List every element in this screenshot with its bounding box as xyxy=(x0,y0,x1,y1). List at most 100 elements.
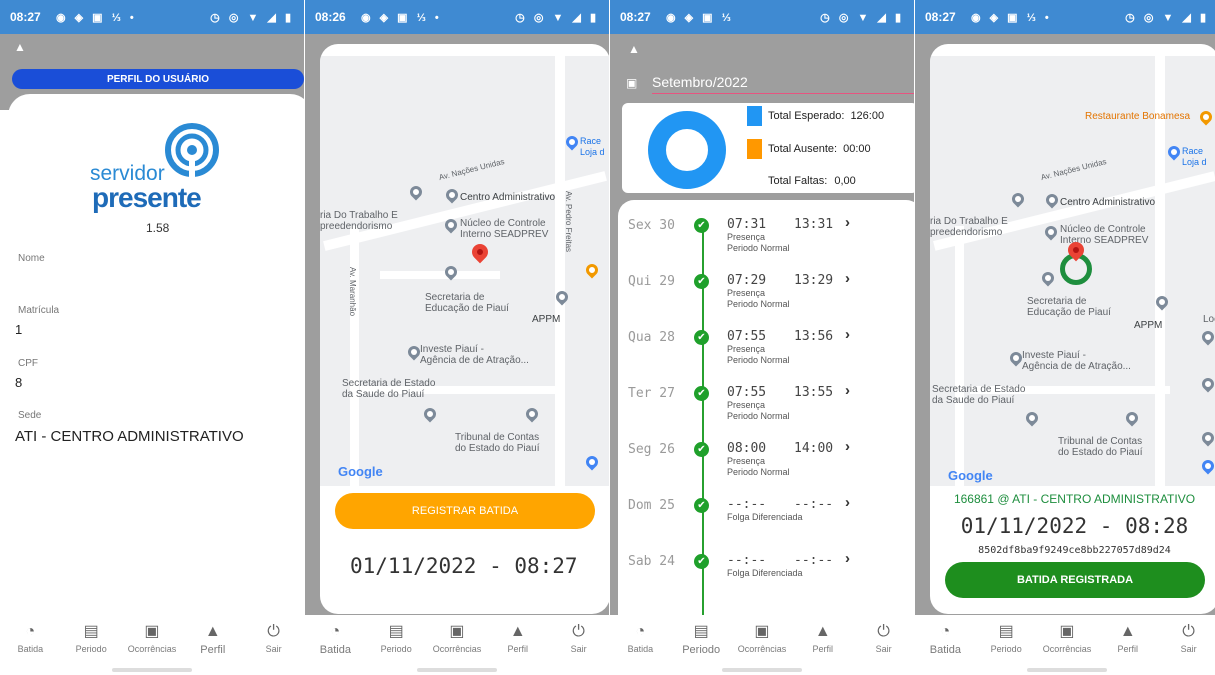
nav-periodo[interactable]: ▤ Periodo xyxy=(977,623,1035,654)
google-logo: Google xyxy=(948,468,993,483)
register-button[interactable]: REGISTRAR BATIDA xyxy=(335,493,595,529)
timeline-row[interactable]: Qua 28 ✔ 07:55 13:56 › Presença Periodo Normal xyxy=(618,322,914,378)
chevron-right-icon[interactable]: › xyxy=(845,494,850,511)
chevron-right-icon[interactable]: › xyxy=(845,550,850,567)
status-icons-right: ◷ ◎ ▼ ◢ ▮ xyxy=(1125,11,1209,24)
row-period: Periodo Normal xyxy=(727,355,790,365)
month-selector[interactable]: Setembro/2022 xyxy=(652,74,914,94)
chevron-right-icon[interactable]: › xyxy=(845,270,850,287)
bottom-nav: ◔ Batida ▤ Periodo ▣ Ocorrências ▲ Perfil ⏻ S… xyxy=(0,615,304,675)
nav-periodo[interactable]: ▤ Periodo xyxy=(62,623,120,654)
registered-location: 166861 @ ATI - CENTRO ADMINISTRATIVO xyxy=(953,492,1196,506)
row-in-time: 07:55 xyxy=(727,329,767,344)
registered-button[interactable]: BATIDA REGISTRADA xyxy=(945,562,1205,598)
nav-ocorrencias[interactable]: ▣ Ocorrências xyxy=(123,623,181,654)
nav-label: Ocorrências xyxy=(127,644,177,654)
nav-batida[interactable]: ◔ Batida xyxy=(611,623,669,654)
clock-check-icon: ◔ xyxy=(635,623,646,640)
period-screen: 08:27 ◉ ◈ ▣ ⅓ ◷ ◎ ▼ ◢ ▮ ▲ ▣ Setembro/202… xyxy=(610,0,914,675)
map-pin-icon xyxy=(1199,328,1215,346)
legend-label: Total Esperado: xyxy=(768,110,845,122)
timeline-row[interactable]: Seg 26 ✔ 08:00 14:00 › Presença Periodo Normal xyxy=(618,434,914,490)
nav-ocorrencias[interactable]: ▣ Ocorrências xyxy=(428,623,486,654)
nav-sair[interactable]: ⏻ Sair xyxy=(550,623,608,654)
row-in-time: 07:31 xyxy=(727,217,767,232)
row-status: Presença xyxy=(727,344,766,354)
profile-header-title: PERFIL DO USUÁRIO xyxy=(106,73,210,85)
clock-check-icon: ◔ xyxy=(940,623,951,640)
map-pin-icon xyxy=(1023,409,1041,427)
current-datetime: 01/11/2022 - 08:27 xyxy=(350,554,578,578)
timeline-row[interactable]: Dom 25 ✔ --:-- --:-- › Folga Diferenciada xyxy=(618,490,914,546)
chevron-right-icon[interactable]: › xyxy=(845,326,850,343)
chevron-right-icon[interactable]: › xyxy=(845,438,850,455)
register-card: Av. Nações Unidas Av. Pedro Freitas Av. … xyxy=(320,44,609,614)
profile-screen: 08:27 ◉ ◈ ▣ ⅓ • ◷ ◎ ▼ ◢ ▮ ▲ PERFIL DO US… xyxy=(0,0,304,675)
status-icons-left: ◉ ◈ ▣ ⅓ • xyxy=(971,12,1052,24)
chevron-right-icon[interactable]: › xyxy=(845,382,850,399)
legend-label: Total Ausente: xyxy=(768,143,838,155)
timeline-card: Sex 30 ✔ 07:31 13:31 › Presença Periodo Normal… xyxy=(618,200,914,620)
row-period: Periodo Normal xyxy=(727,243,790,253)
chevron-right-icon[interactable]: › xyxy=(845,214,850,231)
timeline-row[interactable]: Sab 24 ✔ --:-- --:-- › Folga Diferenciada xyxy=(618,546,914,602)
row-day: Qua 28 xyxy=(628,330,675,345)
check-icon: ✔ xyxy=(694,330,709,345)
row-in-time: --:-- xyxy=(727,497,767,512)
field-value-cpf: 8 xyxy=(15,375,23,390)
bottom-nav: ◔ Batida ▤ Periodo ▣ Ocorrências ▲ Perfil ⏻ S… xyxy=(915,615,1215,675)
map-label: Loc xyxy=(1203,314,1215,325)
nav-sair[interactable]: ⏻ Sair xyxy=(855,623,913,654)
map-pin-icon xyxy=(583,453,601,471)
row-in-time: 08:00 xyxy=(727,441,767,456)
nav-label: Periodo xyxy=(682,644,721,656)
table-icon: ▤ xyxy=(388,623,404,640)
nav-ocorrencias[interactable]: ▣ Ocorrências xyxy=(1038,623,1096,654)
nav-perfil[interactable]: ▲ Perfil xyxy=(184,623,242,656)
nav-sair[interactable]: ⏻ Sair xyxy=(1160,623,1215,654)
row-out-time: 13:29 xyxy=(794,273,834,288)
map-label: Investe Piauí - Agência de de Atração... xyxy=(1022,350,1131,372)
timeline-row[interactable]: Qui 29 ✔ 07:29 13:29 › Presença Periodo Normal xyxy=(618,266,914,322)
legend-value: 126:00 xyxy=(850,110,885,122)
nav-batida[interactable]: ◔ Batida xyxy=(1,623,59,654)
nav-perfil[interactable]: ▲ Perfil xyxy=(1099,623,1157,654)
nav-label: Perfil xyxy=(200,644,226,656)
person-icon: ▲ xyxy=(509,623,526,640)
field-label-sede: Sede xyxy=(18,410,42,421)
nav-batida[interactable]: ◔ Batida xyxy=(306,623,364,656)
row-period: Periodo Normal xyxy=(727,299,790,309)
field-value-matricula: 1 xyxy=(15,322,23,337)
timeline-row[interactable]: Sex 30 ✔ 07:31 13:31 › Presença Periodo Normal xyxy=(618,210,914,266)
restaurant-pin-icon xyxy=(583,261,601,279)
check-icon: ✔ xyxy=(694,442,709,457)
register-screen: 08:26 ◉ ◈ ▣ ⅓ • ◷ ◎ ▼ ◢ ▮ Av. Nações Uni… xyxy=(305,0,609,675)
restaurant-pin-icon xyxy=(1197,108,1215,126)
google-logo: Google xyxy=(338,464,383,479)
status-bar: 08:27 ◉ ◈ ▣ ⅓ ◷ ◎ ▼ ◢ ▮ xyxy=(610,0,914,34)
nav-label: Periodo xyxy=(990,644,1022,654)
map-pin-icon xyxy=(1123,409,1141,427)
map-label: Restaurante Bonamesa xyxy=(1085,111,1191,122)
map-view[interactable]: Restaurante Bonamesa Race Loja d Av. Naç… xyxy=(930,56,1215,486)
nav-label: Sair xyxy=(875,644,892,654)
nav-perfil[interactable]: ▲ Perfil xyxy=(794,623,852,654)
nav-periodo[interactable]: ▤ Periodo xyxy=(367,623,425,654)
nav-ocorrencias[interactable]: ▣ Ocorrências xyxy=(733,623,791,654)
map-label: ria Do Trabalho E preedendorismo xyxy=(930,216,1008,238)
registered-screen: 08:27 ◉ ◈ ▣ ⅓ • ◷ ◎ ▼ ◢ ▮ Restaurante Bo… xyxy=(915,0,1215,675)
nav-perfil[interactable]: ▲ Perfil xyxy=(489,623,547,654)
timeline-row[interactable]: Ter 27 ✔ 07:55 13:55 › Presença Periodo Normal xyxy=(618,378,914,434)
home-indicator xyxy=(722,668,802,672)
nav-periodo[interactable]: ▤ Periodo xyxy=(672,623,730,656)
table-icon: ▤ xyxy=(83,623,99,640)
person-icon: ▲ xyxy=(628,42,640,56)
map-view[interactable]: Av. Nações Unidas Av. Pedro Freitas Av. … xyxy=(320,56,609,486)
map-label: Secretaria de Educação de Piauí xyxy=(1027,296,1111,318)
nav-label: Periodo xyxy=(75,644,107,654)
profile-header-bar: PERFIL DO USUÁRIO xyxy=(12,69,304,89)
nav-batida[interactable]: ◔ Batida xyxy=(916,623,974,656)
row-out-time: --:-- xyxy=(794,553,834,568)
nav-sair[interactable]: ⏻ Sair xyxy=(245,623,303,654)
registered-datetime: 01/11/2022 - 08:28 xyxy=(960,514,1189,538)
